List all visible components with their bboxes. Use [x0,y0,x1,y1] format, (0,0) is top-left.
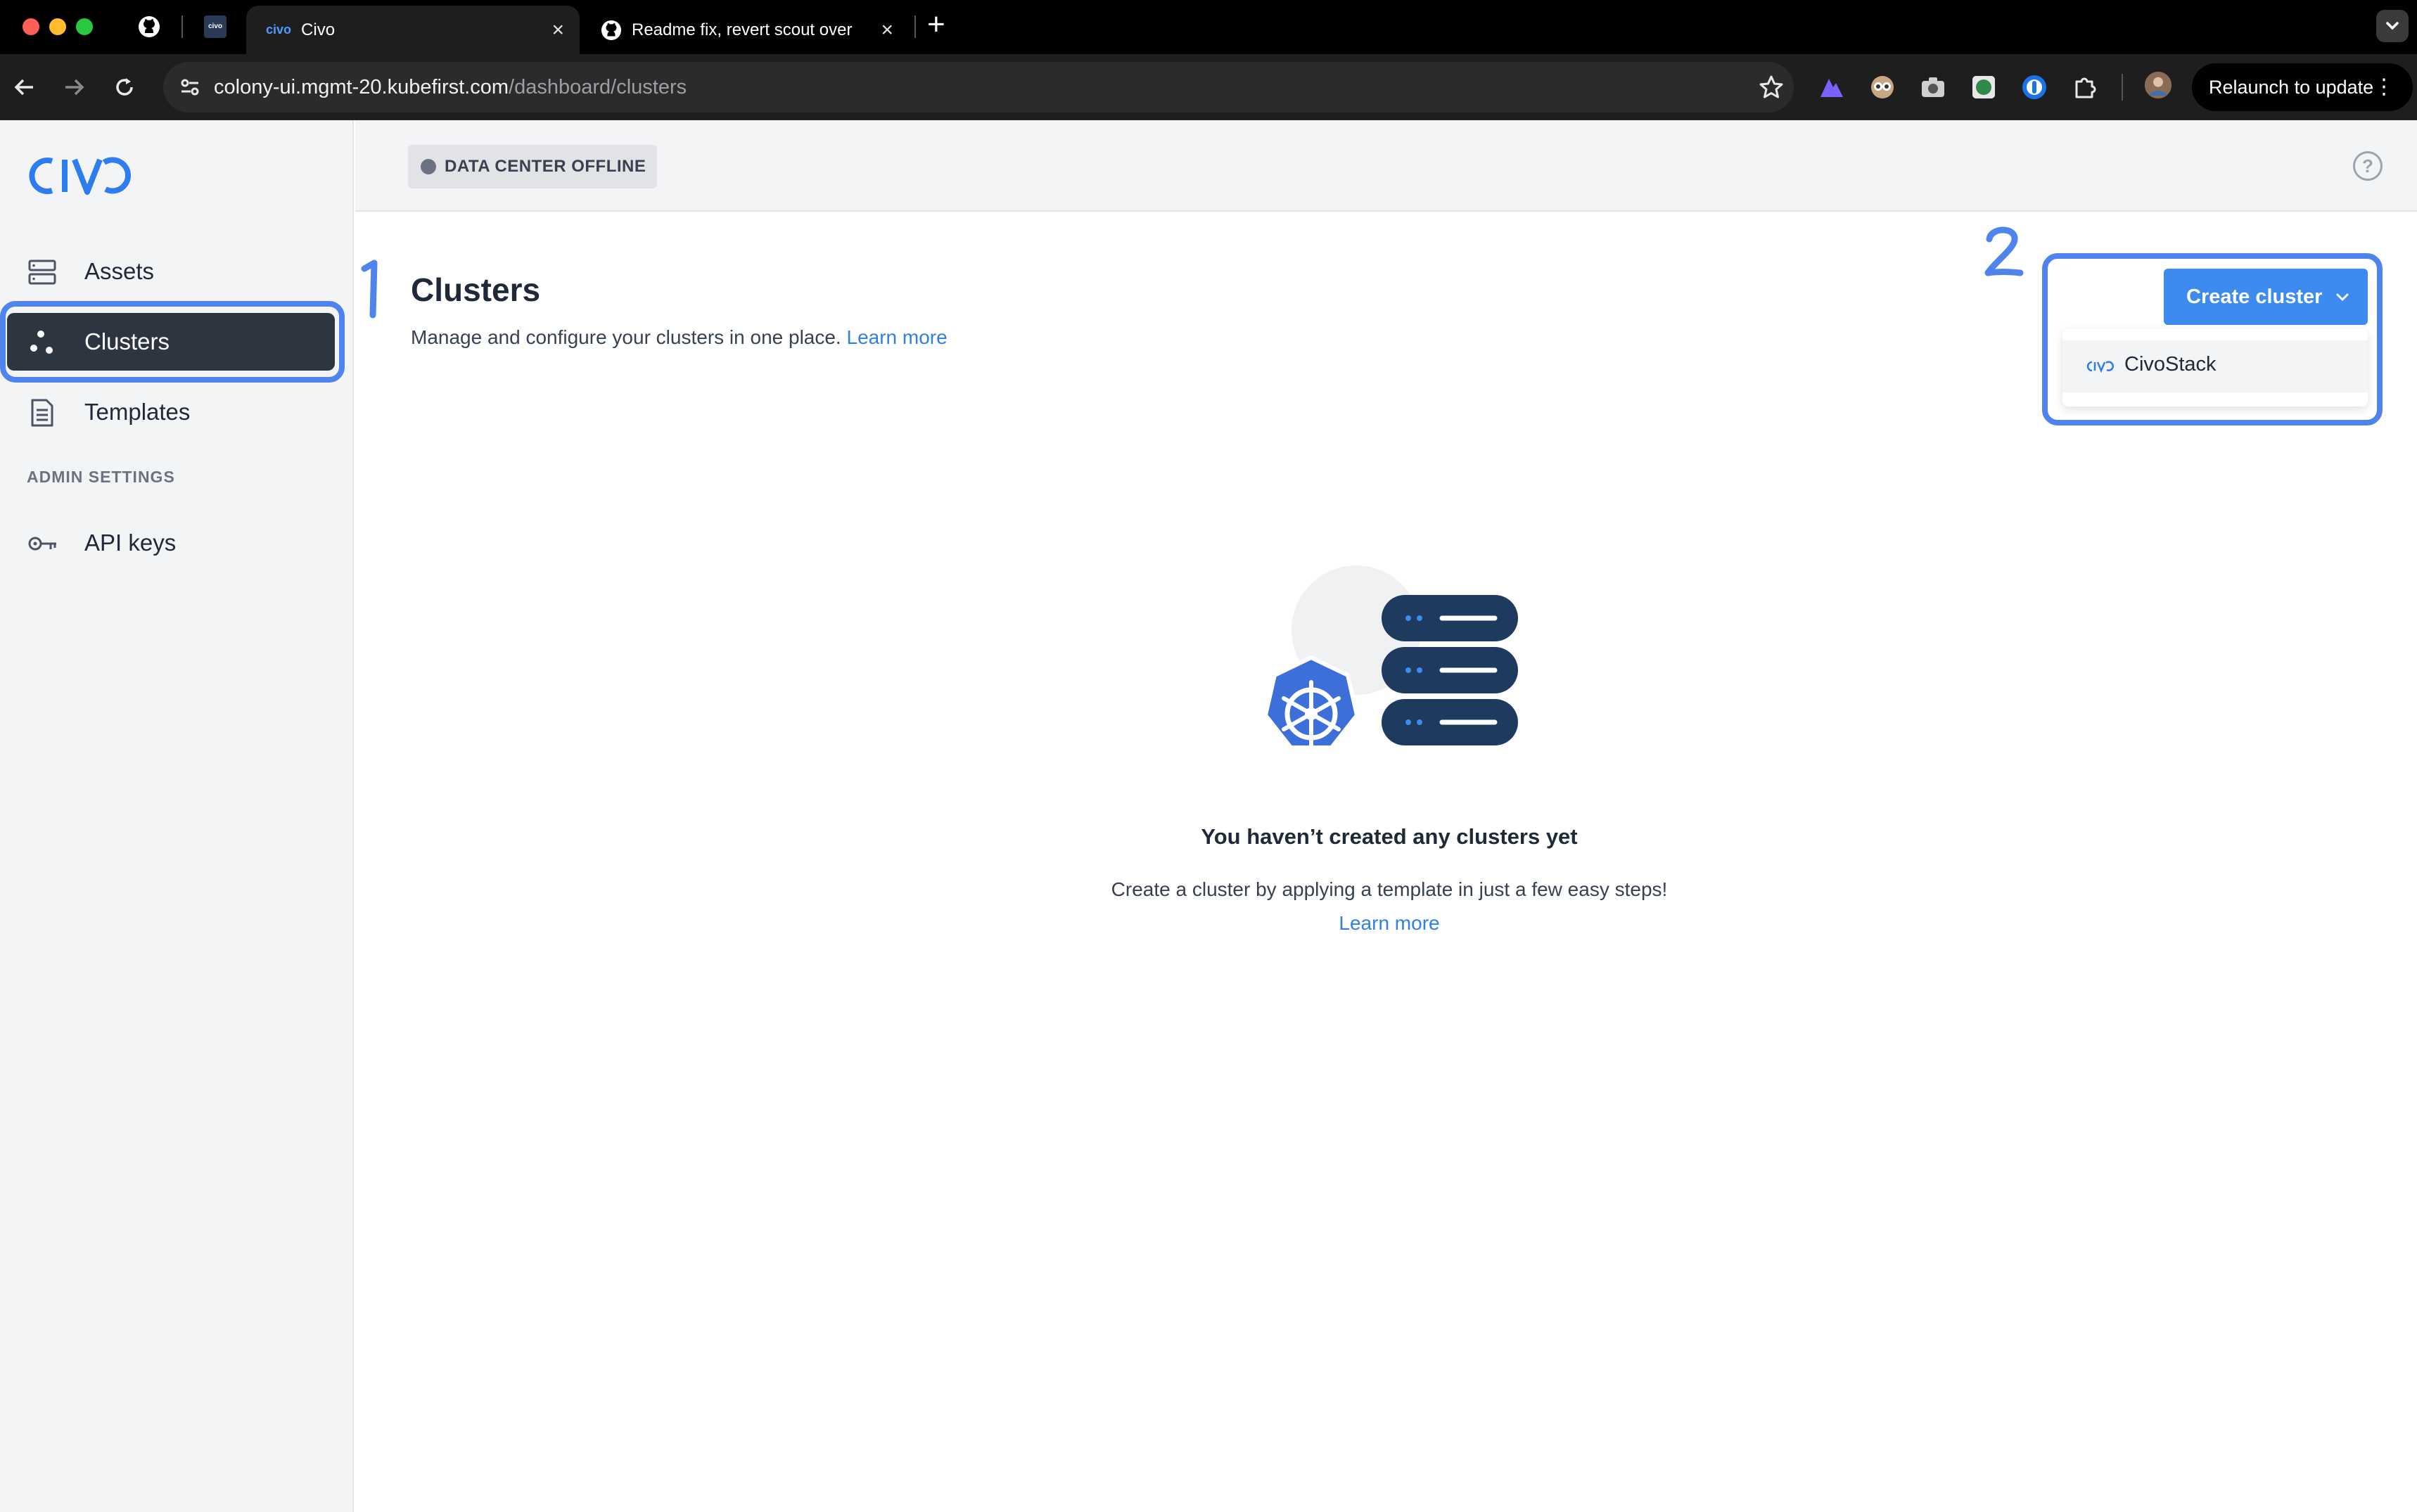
civo-tab-icon: civo [266,23,292,37]
toolbar-separator [2122,74,2123,101]
extension-owl-icon[interactable] [1868,73,1896,101]
civo-favicon: civo [204,15,227,38]
sidebar-item-label: Templates [84,399,191,425]
empty-state-link-row: Learn more [844,912,1934,935]
civo-small-logo-icon [2086,361,2114,373]
close-window-button[interactable] [23,18,39,35]
chevron-down-icon [2386,22,2399,30]
empty-clusters-illustration [1263,565,1518,750]
pinned-tab-civo[interactable]: civo [200,11,231,42]
annotation-number-1 [361,260,378,319]
maximize-window-button[interactable] [76,18,93,35]
sidebar-item-templates[interactable]: Templates [7,383,335,441]
status-badge: DATA CENTER OFFLINE [408,145,658,188]
extension-camera-icon[interactable] [1919,73,1947,101]
sidebar-item-label: Assets [84,258,155,284]
tab-separator [181,15,183,38]
learn-more-link[interactable]: Learn more [1339,912,1439,934]
tab-civo[interactable]: civo Civo × [246,6,580,54]
browser-toolbar: colony-ui.mgmt-20.kubefirst.com/dashboar… [0,54,2417,120]
status-badge-label: DATA CENTER OFFLINE [445,157,646,176]
url-host: colony-ui.mgmt-20.kubefirst.com [214,76,509,98]
close-tab-icon[interactable]: × [881,18,893,42]
server-stack-icon [1382,595,1518,745]
new-tab-button[interactable]: + [927,7,945,42]
annotation-number-2 [1984,226,2024,276]
tab-search-button[interactable] [2376,10,2409,42]
annotation-highlight-clusters [0,301,345,383]
kubernetes-icon [1263,655,1359,750]
tab-separator [914,15,916,38]
document-icon [31,399,53,427]
url-path: /dashboard/clusters [509,76,687,98]
top-bar: DATA CENTER OFFLINE ? [355,120,2417,212]
profile-avatar[interactable] [2144,71,2172,99]
tab-readme[interactable]: Readme fix, revert scout over × [581,6,909,54]
sidebar-item-label: API keys [84,530,177,556]
sidebar: Assets Clusters Templates ADMIN SETTINGS… [0,120,354,1512]
url-text: colony-ui.mgmt-20.kubefirst.com/dashboar… [214,62,687,113]
extension-mountain-icon[interactable] [1818,73,1846,101]
extension-green-icon[interactable] [1970,73,1998,101]
pinned-tab-github[interactable] [134,11,165,42]
minimize-window-button[interactable] [49,18,66,35]
star-icon[interactable] [1759,75,1784,100]
back-button[interactable] [7,70,42,105]
chevron-down-icon [2336,293,2349,302]
create-cluster-button[interactable]: Create cluster [2164,269,2368,325]
reload-icon [116,78,133,96]
arrow-left-icon [14,79,33,96]
empty-state-title: You haven’t created any clusters yet [1201,824,1578,849]
github-icon [601,20,622,40]
forward-button[interactable] [56,70,91,105]
learn-more-link[interactable]: Learn more [847,326,948,348]
civo-logo [29,157,131,195]
dropdown-item-civostack[interactable]: CivoStack [2062,340,2368,392]
sidebar-item-api-keys[interactable]: API keys [7,514,335,572]
more-vertical-icon: ⋮ [2373,75,2394,98]
extensions-puzzle-icon[interactable] [2071,73,2099,101]
page-title: Clusters [411,271,541,308]
tab-title: Readme fix, revert scout over [632,20,853,39]
dropdown-item-label: CivoStack [2124,353,2217,376]
github-icon [139,16,160,37]
tab-title: Civo [301,20,336,39]
help-icon[interactable]: ? [2353,151,2383,181]
page-subtitle: Manage and configure your clusters in on… [411,326,948,349]
sidebar-item-assets[interactable]: Assets [7,243,335,300]
status-dot-icon [421,159,436,174]
address-bar[interactable]: colony-ui.mgmt-20.kubefirst.com/dashboar… [163,62,1794,113]
create-cluster-label: Create cluster [2186,286,2323,308]
relaunch-to-update-button[interactable]: Relaunch to update ⋮ [2192,63,2413,111]
arrow-right-icon [65,79,84,96]
close-tab-icon[interactable]: × [551,18,564,42]
site-info-icon[interactable] [179,76,201,98]
create-cluster-dropdown: CivoStack [2062,329,2368,406]
key-icon [28,537,56,551]
server-icon [28,260,56,285]
extension-password-icon[interactable] [2020,73,2048,101]
admin-settings-heading: ADMIN SETTINGS [27,468,175,486]
relaunch-label: Relaunch to update [2209,77,2374,98]
reload-button[interactable] [107,70,142,105]
browser-tab-bar: civo civo Civo × Readme fix, revert scou… [0,0,2417,54]
page-subtitle-text: Manage and configure your clusters in on… [411,326,841,348]
empty-state-subtitle: Create a cluster by applying a template … [1111,878,1668,900]
